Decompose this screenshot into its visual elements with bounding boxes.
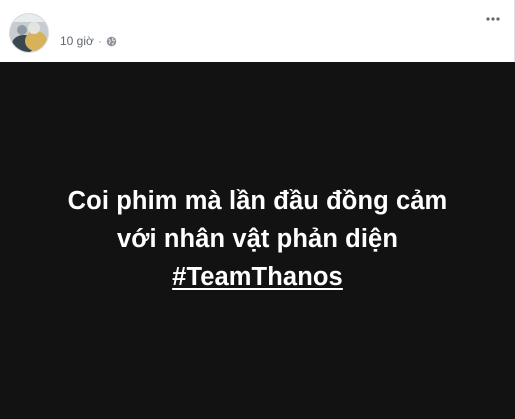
caption-line-1: Coi phim mà lần đầu đồng cảm — [67, 187, 448, 215]
globe-icon[interactable] — [106, 36, 117, 47]
image-caption: Coi phim mà lần đầu đồng cảm với nhân vậ… — [0, 182, 515, 296]
avatar-image — [10, 14, 48, 52]
caption-hashtag: #TeamThanos — [172, 263, 343, 291]
post-meta: 10 giờ · — [60, 34, 117, 48]
post-image[interactable]: Coi phim mà lần đầu đồng cảm với nhân vậ… — [0, 62, 515, 419]
post-timestamp[interactable]: 10 giờ — [60, 34, 94, 48]
caption-line-2: với nhân vật phản diện — [116, 225, 399, 253]
meta-separator: · — [97, 34, 102, 48]
avatar[interactable] — [9, 13, 49, 53]
post-header: 10 giờ · — [0, 0, 515, 62]
facebook-post: 10 giờ · Coi phim mà lần đầu đồng cảm vớ… — [0, 0, 515, 419]
more-options-icon[interactable] — [485, 12, 501, 26]
